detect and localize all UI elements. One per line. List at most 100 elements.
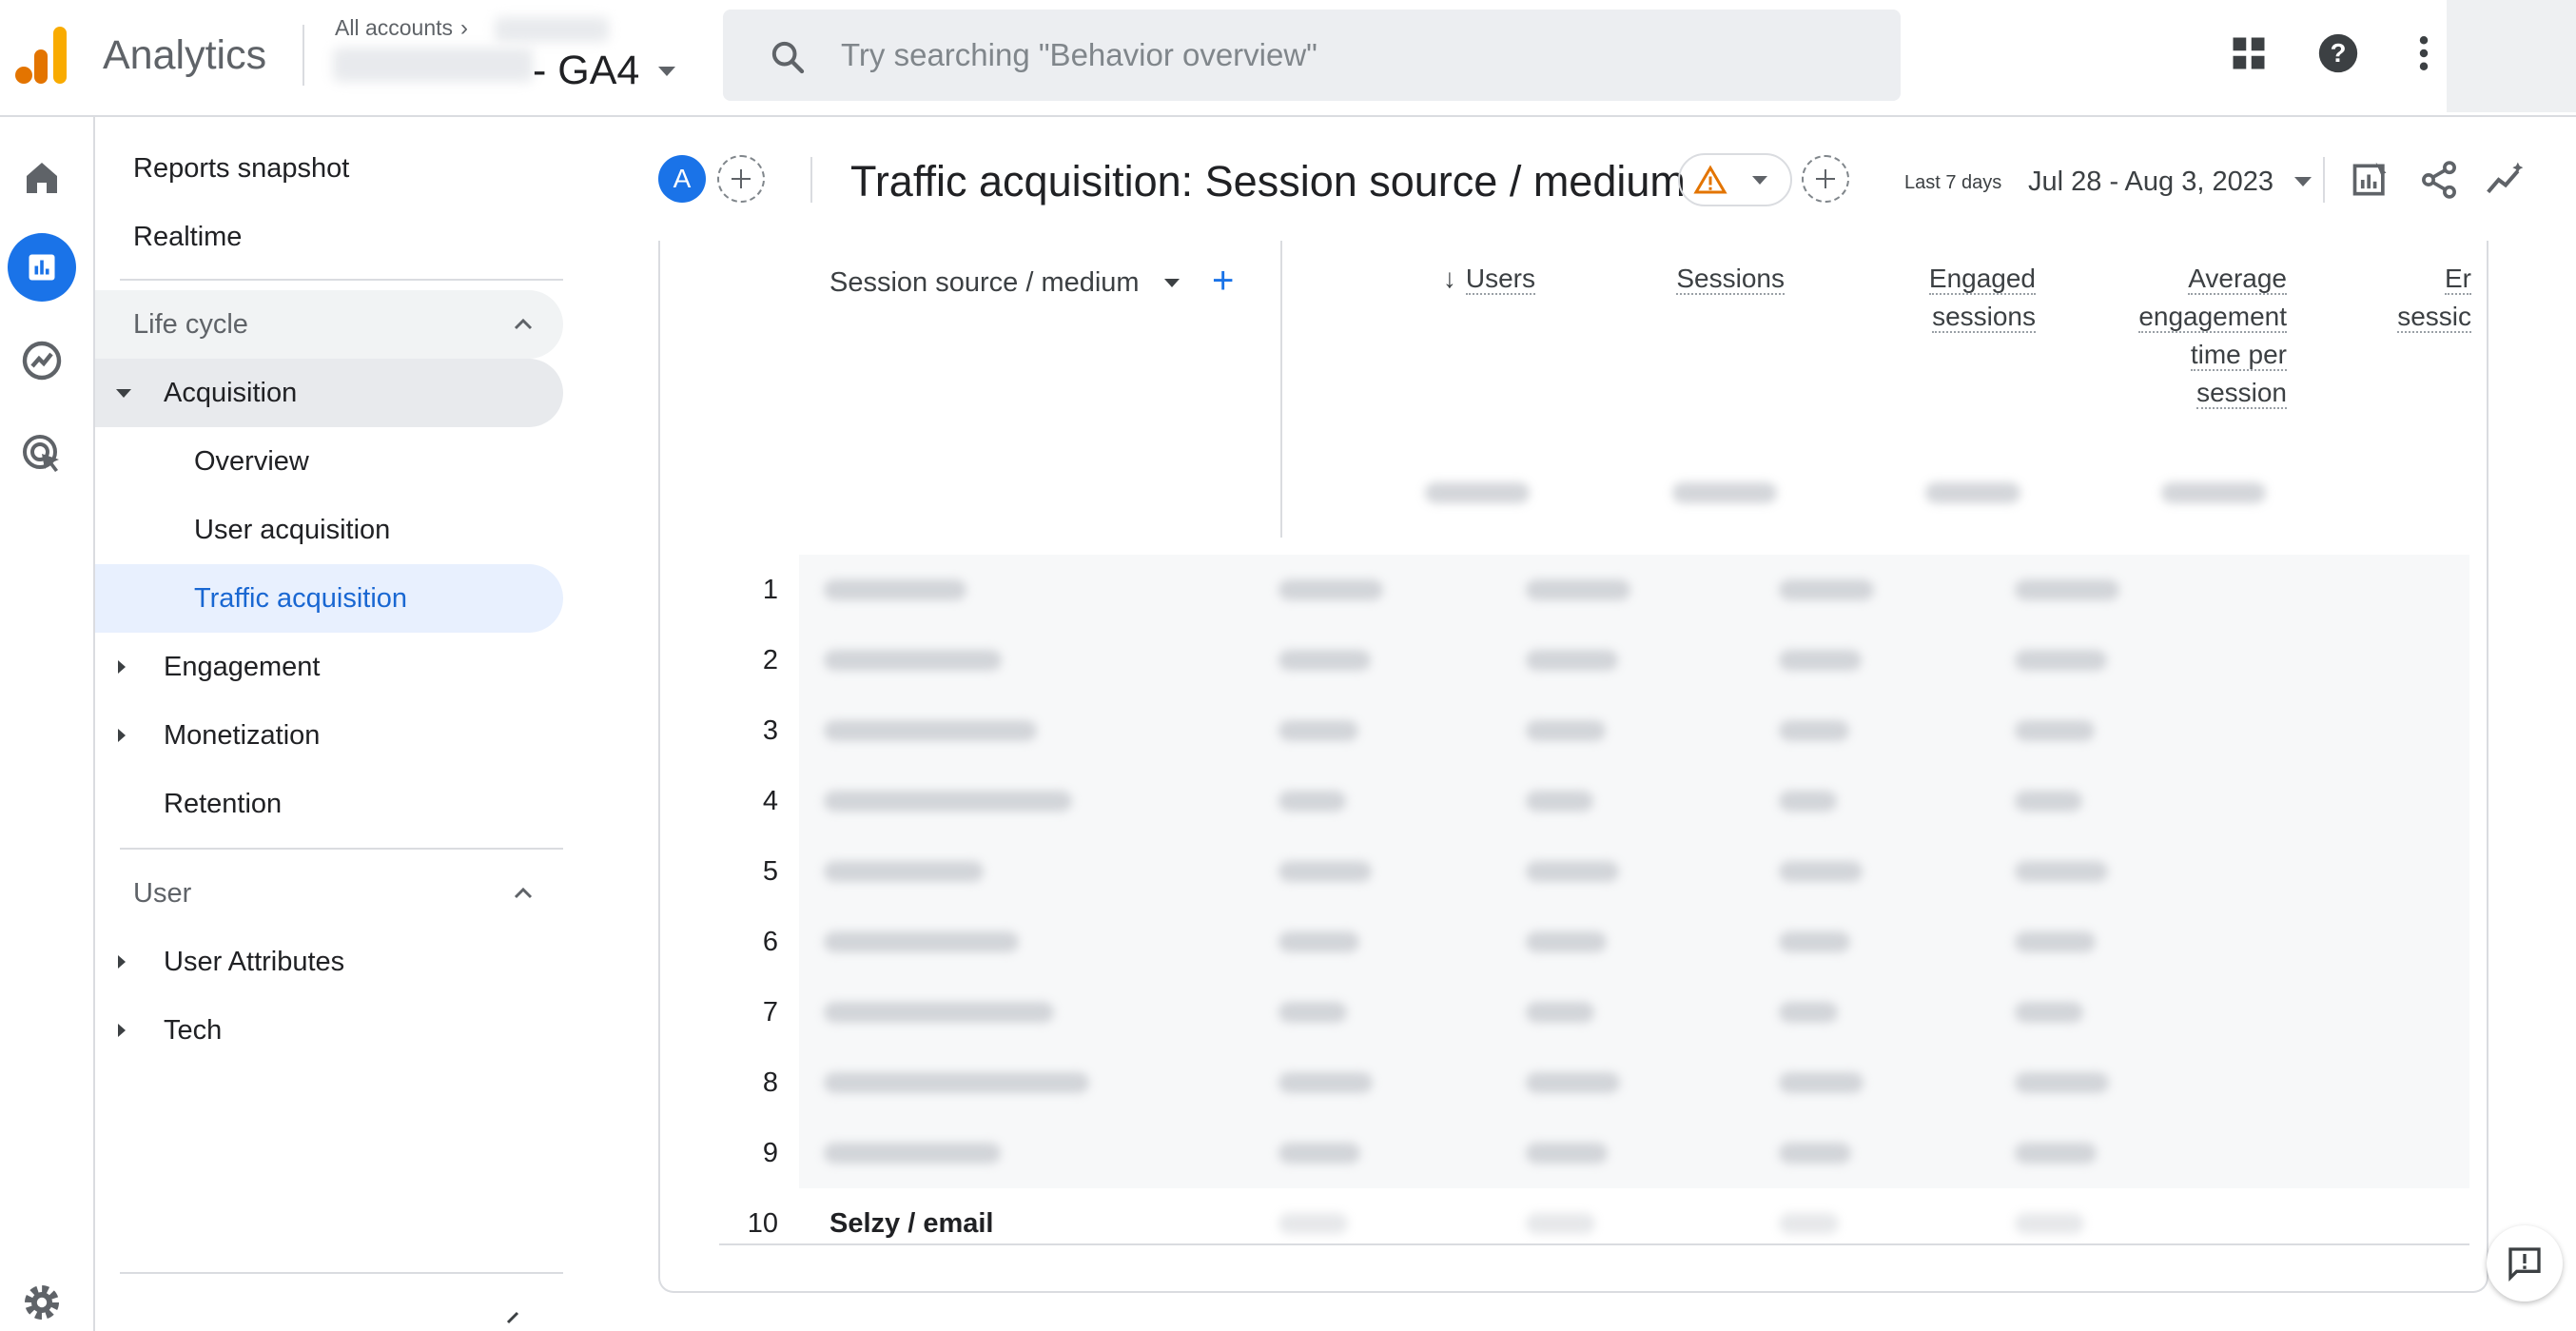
- column-header-engaged-sessions[interactable]: Engaged sessions: [1826, 260, 2036, 336]
- table-row[interactable]: 9: [719, 1118, 2469, 1188]
- column-header-users[interactable]: ↓ Users: [1326, 260, 1535, 298]
- redacted-metric: [1526, 1002, 1594, 1023]
- table-row[interactable]: 3: [719, 695, 2469, 766]
- data-quality-button[interactable]: [1678, 153, 1792, 206]
- table-row[interactable]: 4: [719, 766, 2469, 836]
- search-bar[interactable]: [723, 10, 1901, 101]
- redacted-metric: [1526, 1143, 1608, 1164]
- redacted-metric: [2015, 931, 2096, 952]
- caret-right-icon: [118, 1024, 126, 1037]
- chevron-up-icon[interactable]: [508, 309, 538, 340]
- caret-down-icon: [1752, 176, 1767, 185]
- customize-report-icon[interactable]: [2350, 159, 2391, 201]
- sidebar-item-engagement[interactable]: Engagement: [164, 652, 320, 683]
- home-icon[interactable]: [19, 155, 65, 201]
- section-title-lifecycle: Life cycle: [133, 309, 248, 340]
- sidebar-item-retention[interactable]: Retention: [164, 789, 282, 820]
- top-bar: Analytics All accounts› - GA4 ?: [0, 0, 2576, 117]
- table-row[interactable]: 8: [719, 1047, 2469, 1118]
- sidebar-item-tech[interactable]: Tech: [164, 1015, 222, 1047]
- row-background: [799, 695, 2469, 766]
- caret-down-icon[interactable]: [2294, 177, 2312, 186]
- totals-row: [1282, 458, 2471, 538]
- redacted-metric: [1526, 579, 1630, 600]
- row-background: [799, 836, 2469, 907]
- account-breadcrumb[interactable]: All accounts ›: [335, 15, 468, 42]
- row-background: [799, 625, 2469, 695]
- row-index: 8: [719, 1047, 799, 1118]
- row-index: 10: [719, 1188, 799, 1259]
- redacted-metric: [1526, 650, 1618, 671]
- explore-icon[interactable]: [19, 338, 65, 383]
- redacted-value: [824, 1143, 1001, 1164]
- date-range-picker[interactable]: Jul 28 - Aug 3, 2023: [2028, 166, 2274, 198]
- apps-grid-icon[interactable]: [2228, 32, 2270, 74]
- redacted-metric: [1779, 1213, 1839, 1234]
- sidebar-item-label: Acquisition: [164, 378, 298, 408]
- divider: [719, 1243, 2469, 1245]
- divider: [120, 1272, 563, 1274]
- search-input[interactable]: [841, 34, 1849, 76]
- advertising-icon[interactable]: [19, 431, 65, 477]
- caret-down-icon[interactable]: [658, 67, 675, 76]
- redacted-value: [824, 861, 984, 882]
- more-vert-icon[interactable]: [2403, 32, 2445, 74]
- date-preset-label[interactable]: Last 7 days: [1904, 172, 2001, 194]
- report-header: A Traffic acquisition: Session source / …: [609, 117, 2576, 241]
- add-comparison-button[interactable]: [717, 155, 765, 203]
- avatar[interactable]: [2447, 0, 2576, 112]
- redacted-metric: [1779, 1072, 1864, 1093]
- row-dimension-value[interactable]: Selzy / email: [829, 1188, 994, 1259]
- settings-icon[interactable]: [19, 1280, 65, 1325]
- column-header-sessions[interactable]: Sessions: [1575, 260, 1785, 298]
- redacted-metric: [1779, 720, 1849, 741]
- add-dimension-button[interactable]: +: [1212, 262, 1234, 300]
- feedback-icon: [2508, 1247, 2541, 1282]
- redacted-account: [495, 17, 609, 42]
- divider: [302, 25, 304, 86]
- share-icon[interactable]: [2418, 159, 2460, 201]
- caret-down-icon[interactable]: [1164, 279, 1180, 287]
- collapse-sidebar-icon[interactable]: [498, 1311, 527, 1330]
- row-index: 1: [719, 555, 799, 625]
- redacted-value: [824, 791, 1072, 812]
- divider: [120, 848, 563, 850]
- analytics-logo-icon[interactable]: [15, 27, 68, 84]
- feedback-button[interactable]: [2487, 1225, 2563, 1302]
- caret-down-icon: [116, 389, 131, 398]
- table-row[interactable]: 7: [719, 977, 2469, 1047]
- sidebar-item-overview[interactable]: Overview: [194, 446, 309, 478]
- table-row[interactable]: 1: [719, 555, 2469, 625]
- row-index: 4: [719, 766, 799, 836]
- sidebar-item-reports-snapshot[interactable]: Reports snapshot: [133, 153, 349, 185]
- sidebar-item-monetization[interactable]: Monetization: [164, 720, 320, 752]
- sidebar-item-user-acquisition[interactable]: User acquisition: [194, 515, 390, 546]
- svg-text:?: ?: [2331, 38, 2347, 68]
- comparison-badge[interactable]: A: [658, 155, 706, 203]
- help-icon[interactable]: ?: [2317, 32, 2359, 74]
- redacted-metric: [1278, 861, 1372, 882]
- table-row[interactable]: 10 Selzy / email: [719, 1188, 2469, 1259]
- sidebar-item-realtime[interactable]: Realtime: [133, 222, 242, 253]
- redacted-metric: [1278, 650, 1371, 671]
- redacted-property: [333, 48, 533, 82]
- redacted-metric: [1278, 1072, 1373, 1093]
- sidebar-item-user-attributes[interactable]: User Attributes: [164, 947, 344, 978]
- table-row[interactable]: 5: [719, 836, 2469, 907]
- chevron-up-icon[interactable]: [508, 878, 538, 909]
- column-header-engagement-rate[interactable]: Er sessic: [2357, 260, 2471, 336]
- redacted-metric: [1278, 1143, 1360, 1164]
- table-row[interactable]: 6: [719, 907, 2469, 977]
- arrow-down-icon: ↓: [1442, 264, 1456, 293]
- redacted-metric: [2015, 861, 2108, 882]
- table-row[interactable]: 2: [719, 625, 2469, 695]
- dimension-selector[interactable]: Session source / medium: [829, 267, 1140, 299]
- add-filter-button[interactable]: [1802, 155, 1849, 203]
- column-header-avg-engagement-time[interactable]: Average engagement time per session: [2059, 260, 2287, 412]
- page-title: Traffic acquisition: Session source / me…: [850, 157, 1686, 206]
- redacted-metric: [2015, 720, 2095, 741]
- reports-icon[interactable]: [8, 233, 76, 302]
- redacted-value: [824, 650, 1002, 671]
- insights-icon[interactable]: [2485, 159, 2527, 201]
- property-selector[interactable]: - GA4: [533, 48, 639, 94]
